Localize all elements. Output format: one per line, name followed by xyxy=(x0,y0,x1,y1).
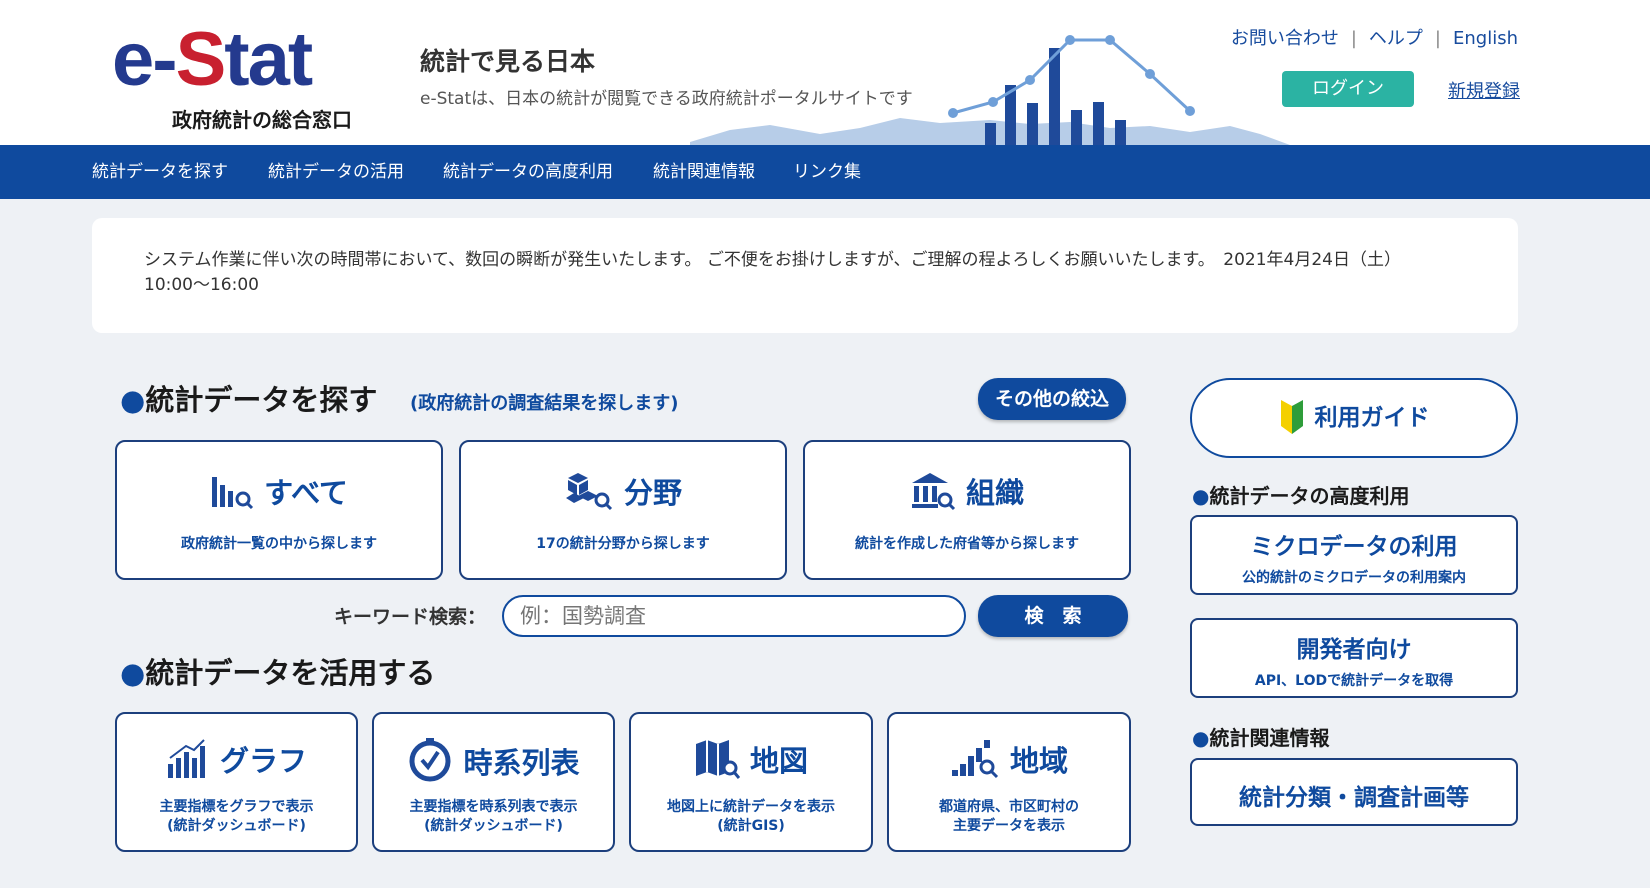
nav-item-use[interactable]: 統計データの活用 xyxy=(268,145,404,199)
nav-item-search[interactable]: 統計データを探す xyxy=(92,145,228,199)
search-card-field-desc: 17の統計分野から探します xyxy=(536,536,710,552)
microdata-card[interactable]: ミクロデータの利用 公的統計のミクロデータの利用案内 xyxy=(1190,515,1518,595)
bar-chart-search-icon xyxy=(212,477,254,510)
clock-icon xyxy=(409,738,451,782)
search-card-all[interactable]: すべて 政府統計一覧の中から探します xyxy=(115,440,443,580)
region-icon xyxy=(951,740,999,779)
register-link[interactable]: 新規登録 xyxy=(1448,77,1520,103)
filter-button[interactable]: その他の絞込 xyxy=(978,378,1126,420)
advanced-use-section-title: ●統計データの高度利用 xyxy=(1192,484,1410,508)
login-button[interactable]: ログイン xyxy=(1282,71,1414,107)
use-card-map[interactable]: 地図 地図上に統計データを表示 (統計GIS) xyxy=(629,712,873,852)
microdata-title: ミクロデータの利用 xyxy=(1250,534,1458,560)
classification-card[interactable]: 統計分類・調査計画等 xyxy=(1190,758,1518,826)
use-section-title: ●統計データを活用する xyxy=(120,656,436,690)
use-card-region[interactable]: 地域 都道府県、市区町村の 主要データを表示 xyxy=(887,712,1131,852)
use-card-graph[interactable]: グラフ 主要指標をグラフで表示 (統計ダッシュボード) xyxy=(115,712,358,852)
search-card-field[interactable]: 分野 17の統計分野から探します xyxy=(459,440,787,580)
tagline: 統計で見る日本 xyxy=(420,47,596,76)
related-info-section-title: ●統計関連情報 xyxy=(1192,726,1330,750)
use-card-region-desc: 都道府県、市区町村の 主要データを表示 xyxy=(939,799,1079,834)
search-card-organization-desc: 統計を作成した府省等から探します xyxy=(855,536,1079,552)
developer-desc: API、LODで統計データを取得 xyxy=(1254,673,1454,689)
main-nav: 統計データを探す 統計データの活用 統計データの高度利用 統計関連情報 リンク集 xyxy=(0,145,1650,199)
graph-icon xyxy=(167,739,205,778)
beginner-mark-icon xyxy=(1280,400,1303,434)
logo-subtitle: 政府統計の総合窓口 xyxy=(172,108,352,132)
nav-item-advanced[interactable]: 統計データの高度利用 xyxy=(443,145,613,199)
building-search-icon xyxy=(911,473,956,511)
classification-title: 統計分類・調査計画等 xyxy=(1239,785,1469,811)
search-card-organization[interactable]: 組織 統計を作成した府省等から探します xyxy=(803,440,1131,580)
use-card-graph-desc: 主要指標をグラフで表示 (統計ダッシュボード) xyxy=(159,799,314,834)
search-section-title: ●統計データを探す xyxy=(120,383,378,417)
map-icon xyxy=(695,740,741,779)
keyword-search-label: キーワード検索： xyxy=(334,606,487,628)
notice-box: システム作業に伴い次の時間帯において、数回の瞬断が発生いたします。 ご不便をお掛… xyxy=(92,218,1518,333)
top-links: お問い合わせ | ヘルプ | English xyxy=(1230,28,1518,49)
use-card-timeseries[interactable]: 時系列表 主要指標を時系列表で表示 (統計ダッシュボード) xyxy=(372,712,615,852)
header-chart-decoration-icon xyxy=(690,35,1290,145)
nav-item-links[interactable]: リンク集 xyxy=(793,145,861,199)
developer-card[interactable]: 開発者向け API、LODで統計データを取得 xyxy=(1190,618,1518,698)
site-logo[interactable]: e-Stat xyxy=(112,20,313,100)
nav-item-related[interactable]: 統計関連情報 xyxy=(653,145,755,199)
english-link[interactable]: English xyxy=(1453,28,1518,49)
microdata-desc: 公的統計のミクロデータの利用案内 xyxy=(1242,570,1466,586)
keyword-search-input[interactable] xyxy=(502,595,966,637)
keyword-search-button[interactable]: 検 索 xyxy=(978,595,1128,637)
search-section-note: (政府統計の調査結果を探します) xyxy=(410,393,679,414)
use-card-map-desc: 地図上に統計データを表示 (統計GIS) xyxy=(667,799,835,834)
usage-guide-button[interactable]: 利用ガイド xyxy=(1190,378,1518,458)
notice-text: システム作業に伴い次の時間帯において、数回の瞬断が発生いたします。 ご不便をお掛… xyxy=(144,250,1402,295)
contact-link[interactable]: お問い合わせ xyxy=(1231,28,1339,49)
cubes-search-icon xyxy=(565,473,613,511)
developer-title: 開発者向け xyxy=(1296,637,1412,663)
use-card-timeseries-desc: 主要指標を時系列表で表示 (統計ダッシュボード) xyxy=(409,799,578,834)
help-link[interactable]: ヘルプ xyxy=(1369,28,1423,49)
site-header: e-Stat 政府統計の総合窓口 統計で見る日本 e-Statは、日本の統計が閲… xyxy=(0,0,1650,145)
search-card-all-desc: 政府統計一覧の中から探します xyxy=(181,536,377,552)
